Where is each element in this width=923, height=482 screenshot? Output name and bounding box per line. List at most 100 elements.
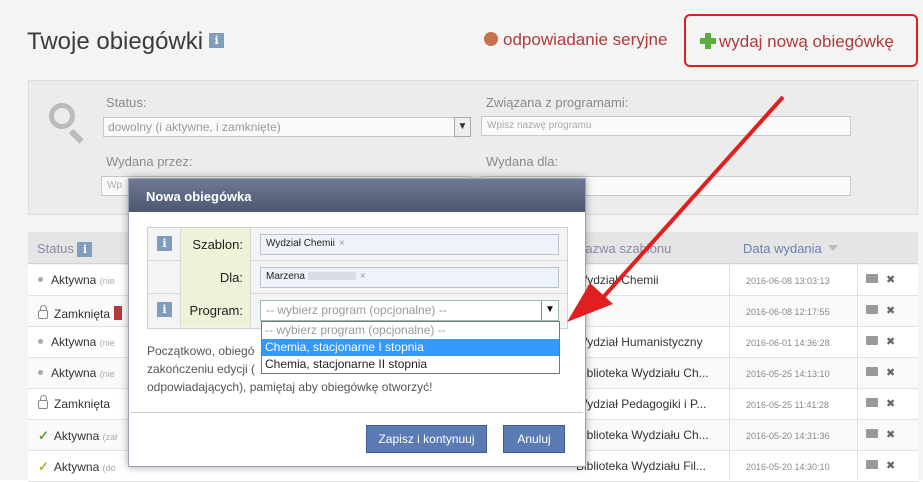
row-actions: ✖ [866,273,895,286]
check-icon: ✓ [38,428,49,443]
page: Twoje obiegówki i odpowiadanie seryjne wy… [0,0,923,482]
status-cell: Aktywna (nie [38,366,115,380]
folder-icon[interactable] [866,429,878,438]
close-icon[interactable]: ✖ [886,428,895,441]
programs-filter-label: Związana z programami: [486,95,629,110]
chevron-down-icon[interactable]: ▼ [541,301,558,320]
template-column-header[interactable]: Nazwa szablonu [576,241,671,256]
row-actions: ✖ [866,459,895,472]
template-label: Szablon: [181,228,251,261]
issued-for-label: Wydana dla: [486,154,559,169]
info-icon[interactable]: i [157,236,172,251]
info-icon[interactable]: i [77,242,93,258]
users-icon [484,32,498,46]
date-cell: 2016-06-08 13:03:13 [746,276,830,286]
template-cell: Biblioteka Wydziału Ch... [576,366,709,380]
status-note: (zał [102,432,118,442]
close-icon[interactable]: ✖ [886,366,895,379]
status-column-header[interactable]: Status i [37,241,93,258]
remove-icon[interactable]: × [339,238,345,249]
status-filter-select[interactable]: dowolny (i aktywne, i zamknięte) ▼ [103,117,471,137]
close-icon[interactable]: ✖ [886,459,895,472]
serial-response-link[interactable]: odpowiadanie seryjne [484,30,667,50]
row-actions: ✖ [866,366,895,379]
folder-icon[interactable] [866,398,878,407]
program-select-value: -- wybierz program (opcjonalne) -- [266,303,447,317]
dialog-form: i Szablon: Wydział Chemii × Dla: Marzena ×… [147,227,568,329]
remove-icon[interactable]: × [360,271,366,282]
status-text: Aktywna [53,460,100,474]
status-note: (nie [99,369,115,379]
dialog-text-line: odpowiadających), pamiętaj aby obiegówkę… [147,380,433,394]
program-select[interactable]: -- wybierz program (opcjonalne) -- ▼ [260,300,559,321]
folder-icon[interactable] [866,305,878,314]
status-cell: ✓ Aktywna (zał [38,428,117,444]
issued-by-label: Wydana przez: [106,154,193,169]
info-icon[interactable]: i [209,33,225,49]
check-icon: ✓ [38,459,49,474]
row-actions: ✖ [866,428,895,441]
lock-icon [38,395,48,409]
status-dot-icon [38,370,43,375]
page-title-text: Twoje obiegówki [27,28,204,55]
date-column-header[interactable]: Data wydania [743,241,838,256]
close-icon[interactable]: ✖ [886,335,895,348]
plus-icon [700,33,716,49]
folder-icon[interactable] [866,460,878,469]
date-cell: 2016-05-25 14:13:10 [746,369,830,379]
save-continue-button[interactable]: Zapisz i kontynuuj [366,425,487,453]
chevron-down-icon[interactable]: ▼ [454,117,471,137]
dropdown-option-selected[interactable]: Chemia, stacjonarne I stopnia [262,339,559,356]
status-cell: Zamknięta [38,304,123,321]
status-text: Aktywna [53,429,100,443]
status-dot-icon [38,339,43,344]
close-icon[interactable]: ✖ [886,304,895,317]
status-cell: Zamknięta [38,395,111,411]
folder-icon[interactable] [866,367,878,376]
program-dropdown-list[interactable]: -- wybierz program (opcjonalne) -- Chemi… [261,321,560,374]
cancel-button[interactable]: Anuluj [503,425,565,453]
new-clearance-label: wydaj nową obiegówkę [719,32,894,51]
template-cell: Wydział Chemii [576,273,659,287]
date-cell: 2016-06-01 14:36:28 [746,338,830,348]
status-note: (do [102,463,116,473]
row-actions: ✖ [866,335,895,348]
serial-response-label: odpowiadanie seryjne [503,30,668,49]
template-row: i Szablon: Wydział Chemii × [148,228,567,261]
template-value: Wydział Chemii [266,238,335,249]
page-title: Twoje obiegówki i [27,28,225,56]
status-text: Zamknięta [54,397,111,411]
date-cell: 2016-05-20 14:30:10 [746,462,830,472]
info-icon[interactable]: i [157,302,172,317]
recipient-row: Dla: Marzena × [148,261,567,294]
redacted-surname [307,272,356,280]
status-cell: Aktywna (nie [38,335,115,349]
dropdown-option[interactable]: -- wybierz program (opcjonalne) -- [262,322,559,339]
template-field[interactable]: Wydział Chemii × [260,234,559,255]
status-text: Zamknięta [54,307,111,321]
status-note: (nie [99,276,115,286]
recipient-field[interactable]: Marzena × [260,267,559,288]
status-cell: ✓ Aktywna (do [38,459,116,475]
status-note: (nie [99,338,115,348]
status-cell: Aktywna (nie [38,273,115,287]
sort-down-icon [827,245,838,251]
close-icon[interactable]: ✖ [886,397,895,410]
status-text: Aktywna [51,366,97,380]
status-filter-label: Status: [106,95,147,110]
close-icon[interactable]: ✖ [886,273,895,286]
program-label: Program: [181,294,251,327]
date-cell: 2016-06-08 12:17:55 [746,307,830,317]
status-text: Aktywna [51,273,97,287]
date-cell: 2016-05-20 14:31:36 [746,431,830,441]
status-text: Aktywna [51,335,97,349]
status-filter-value: dowolny (i aktywne, i zamknięte) [108,120,281,134]
folder-icon[interactable] [866,336,878,345]
template-cell: Wydział Humanistyczny [576,335,703,349]
new-clearance-button[interactable]: wydaj nową obiegówkę [684,14,918,67]
search-icon [49,103,89,144]
template-cell: Biblioteka Wydziału Ch... [576,428,709,442]
dropdown-option[interactable]: Chemia, stacjonarne II stopnia [262,356,559,373]
programs-filter-input[interactable]: Wpisz nazwę programu [481,116,851,136]
folder-icon[interactable] [866,274,878,283]
